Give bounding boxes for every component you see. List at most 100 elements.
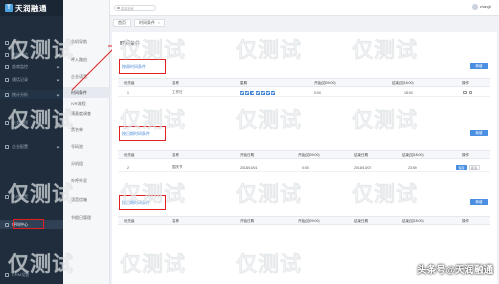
column-header: 名称 <box>172 219 179 223</box>
table-header: 优先级 名称 开始日期 开始(如09:00) 结束日期 结束(如18:00) 操… <box>118 150 490 159</box>
weekday-checkboxes <box>240 88 276 97</box>
sidebar-item-business[interactable]: 业务管理 <box>0 118 63 127</box>
tab-time-conditions[interactable]: 时间条件 × <box>134 19 166 27</box>
checkbox[interactable] <box>271 90 276 95</box>
cell-end: 23:59 <box>408 165 417 170</box>
chart-icon <box>5 52 9 57</box>
app-name: 天润融通 <box>15 3 47 13</box>
delete-icon[interactable] <box>463 90 467 95</box>
sidebar-item-statistics[interactable]: 统计分析 <box>0 90 63 99</box>
close-icon[interactable]: × <box>158 21 160 25</box>
checkbox[interactable] <box>265 90 270 95</box>
row-actions: 保存 取消 <box>456 163 480 172</box>
user-menu[interactable]: zhangli <box>471 4 491 10</box>
tab-label: 首页 <box>118 20 126 25</box>
add-button[interactable]: 新增 <box>470 63 488 69</box>
cell-start-date: 2018/10/01 <box>240 165 258 170</box>
sidebar-item-overview[interactable]: 数据概览 <box>0 50 63 59</box>
column-header: 操作 <box>462 153 469 157</box>
chevron-down-icon <box>56 78 60 81</box>
submenu-item[interactable]: 满意度调查 <box>63 108 110 119</box>
sidebar-item-hidden[interactable]: 系统设置 <box>0 192 63 201</box>
sidebar-item-call-records[interactable]: 通话记录 <box>0 75 63 84</box>
checkbox[interactable] <box>240 90 244 95</box>
sidebar-item-label: 系统设置 <box>12 193 28 199</box>
sidebar-item-label: 统计分析 <box>12 91 28 97</box>
submenu-item[interactable]: 节假日管理 <box>63 212 110 223</box>
main-sidebar: T 天润融通 首页 数据概览 坐席监控 通话记录 统计分析 业务管理 企业配置 … <box>0 0 63 284</box>
column-header: 结束日期 <box>354 219 368 223</box>
column-header: 名称 <box>172 81 179 85</box>
checkbox[interactable] <box>255 90 260 95</box>
column-header: 名称 <box>172 153 179 157</box>
save-button[interactable]: 保存 <box>456 165 468 170</box>
column-header: 结束(如18:00) <box>402 219 424 223</box>
sidebar-item-crm[interactable]: CRM设置 <box>0 270 63 279</box>
sidebar-item-label: 通话记录 <box>12 76 28 82</box>
building-icon <box>5 144 9 149</box>
chevron-down-icon <box>56 121 60 124</box>
sidebar-item-label: 坐席监控 <box>12 63 28 69</box>
cell-end: 18:00 <box>404 90 413 95</box>
sidebar-item-label: CRM设置 <box>12 271 30 277</box>
tab-label: 时间条件 <box>139 20 155 25</box>
checkbox[interactable] <box>245 90 250 95</box>
column-header: 开始(如09:00) <box>314 81 336 85</box>
column-header: 结束日期 <box>354 153 368 157</box>
headset-icon <box>5 222 9 227</box>
submenu-item-label: 黑名单 <box>71 126 83 132</box>
column-header: 开始日期 <box>240 153 254 157</box>
chevron-down-icon <box>56 53 60 56</box>
sidebar-item-label: 数据概览 <box>12 51 28 57</box>
checkbox[interactable] <box>260 90 265 95</box>
main-content: 时间条件 按周时间条件 新增 优先级 名称 星期 开始(如09:00) 结束(如… <box>112 32 497 284</box>
cell-end-date: 2018/10/07 <box>354 165 372 170</box>
submenu-item[interactable]: 号码池 <box>63 141 110 152</box>
search-placeholder: 菜单检索 <box>121 6 134 11</box>
column-header: 优先级 <box>124 219 135 223</box>
checkbox[interactable] <box>250 90 255 95</box>
column-header: 优先级 <box>124 153 135 157</box>
user-name: zhangli <box>479 5 491 9</box>
tab-home[interactable]: 首页 <box>113 19 131 27</box>
page-title: 时间条件 <box>120 41 141 47</box>
avatar <box>471 4 478 10</box>
cell-start: 0:00 <box>302 165 309 170</box>
tab-strip: 首页 时间条件 × <box>110 16 499 30</box>
home-icon <box>5 40 9 45</box>
cell-name: 国庆节 <box>172 165 183 169</box>
cell-priority: 2 <box>127 165 129 170</box>
search-input[interactable]: 菜单检索 <box>114 5 156 11</box>
cancel-button[interactable]: 取消 <box>468 165 480 170</box>
submenu-item-label: 号码池 <box>71 143 83 149</box>
briefcase-icon <box>5 120 9 125</box>
column-header: 开始(如09:00) <box>298 219 320 223</box>
search-icon <box>117 6 120 10</box>
source-credit: 头条号@天润融通 <box>417 265 493 276</box>
edit-icon[interactable] <box>468 90 472 95</box>
submenu-item[interactable]: 语音信箱 <box>63 194 110 205</box>
submenu-item-label: 节假日管理 <box>71 214 91 220</box>
annotation-box <box>119 59 166 74</box>
submenu-item[interactable]: 分机组 <box>63 158 110 169</box>
sidebar-item-enterprise[interactable]: 企业配置 <box>0 142 63 151</box>
add-button[interactable]: 新增 <box>470 199 488 205</box>
column-header: 操作 <box>462 81 469 85</box>
column-header: 结束(如18:00) <box>402 153 424 157</box>
sidebar-item-home[interactable]: 首页 <box>0 38 63 47</box>
chevron-down-icon <box>56 65 60 68</box>
app-logo[interactable]: T 天润融通 <box>0 0 63 16</box>
sidebar-item-monitor[interactable]: 坐席监控 <box>0 62 63 71</box>
submenu-item-label: 语音信箱 <box>71 196 87 202</box>
table-header: 优先级 名称 星期 开始(如09:00) 结束(如18:00) 操作 <box>118 78 490 87</box>
sidebar-item-label: 业务管理 <box>12 119 28 125</box>
chevron-down-icon <box>56 145 60 148</box>
annotation-box <box>119 126 166 141</box>
submenu-item[interactable]: 黑名单 <box>63 124 110 135</box>
table-header: 优先级 名称 开始日期 开始(如09:00) 结束日期 结束(如18:00) 操… <box>118 216 490 225</box>
phone-icon <box>5 77 9 82</box>
submenu-item-label: 满意度调查 <box>71 110 91 116</box>
submenu-item[interactable]: 外呼外显 <box>63 175 110 186</box>
add-button[interactable]: 新增 <box>470 130 488 136</box>
column-header: 优先级 <box>124 81 135 85</box>
